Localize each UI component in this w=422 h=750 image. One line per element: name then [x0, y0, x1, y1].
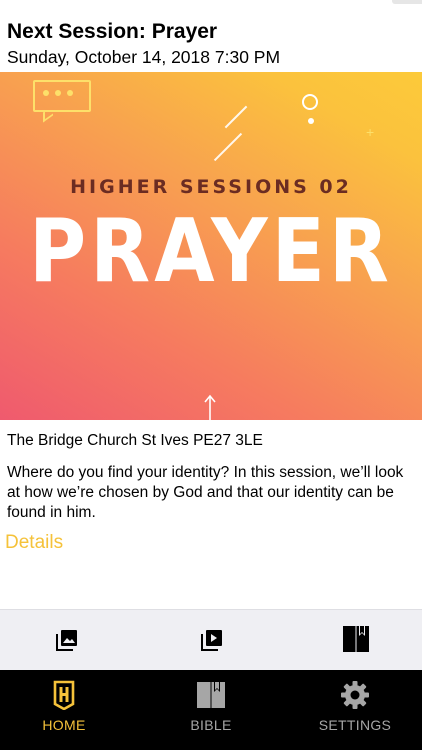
tab-label-settings: SETTINGS: [318, 717, 392, 733]
bible-icon: [197, 682, 225, 708]
details-link[interactable]: Details: [5, 532, 63, 554]
media-toolbar: [0, 609, 422, 671]
video-library-icon[interactable]: [200, 628, 224, 652]
decorative-line: [224, 105, 248, 129]
tab-settings[interactable]: SETTINGS: [285, 670, 422, 750]
header: Next Session: Prayer Sunday, October 14,…: [0, 0, 422, 72]
home-h-icon: [53, 680, 75, 710]
gear-icon: [341, 681, 369, 709]
scroll-indicator: [392, 0, 422, 4]
decorative-ring: [302, 94, 318, 110]
photo-library-icon[interactable]: [55, 628, 79, 652]
decorative-line: [213, 132, 243, 162]
decorative-plus: +: [366, 124, 375, 140]
tab-bible[interactable]: BIBLE: [141, 670, 281, 750]
session-location: The Bridge Church St Ives PE27 3LE: [7, 432, 263, 449]
tab-label-home: HOME: [42, 717, 86, 733]
chat-bubble-icon: [33, 80, 91, 112]
tab-label-bible: BIBLE: [190, 717, 232, 733]
tab-home[interactable]: HOME: [0, 670, 134, 750]
arrow-up-icon: [204, 394, 216, 420]
book-bookmark-icon[interactable]: [342, 625, 370, 653]
session-banner-image[interactable]: + HIGHER SESSIONS 02 PRAYER: [0, 72, 422, 420]
decorative-dot: [308, 118, 314, 124]
page-title: Next Session: Prayer: [7, 20, 218, 43]
banner-title: PRAYER: [29, 201, 393, 303]
tab-bar: HOME BIBLE SETTINGS: [0, 670, 422, 750]
banner-kicker: HIGHER SESSIONS 02: [70, 176, 352, 198]
session-description: Where do you find your identity? In this…: [7, 464, 404, 521]
session-datetime: Sunday, October 14, 2018 7:30 PM: [7, 47, 281, 67]
